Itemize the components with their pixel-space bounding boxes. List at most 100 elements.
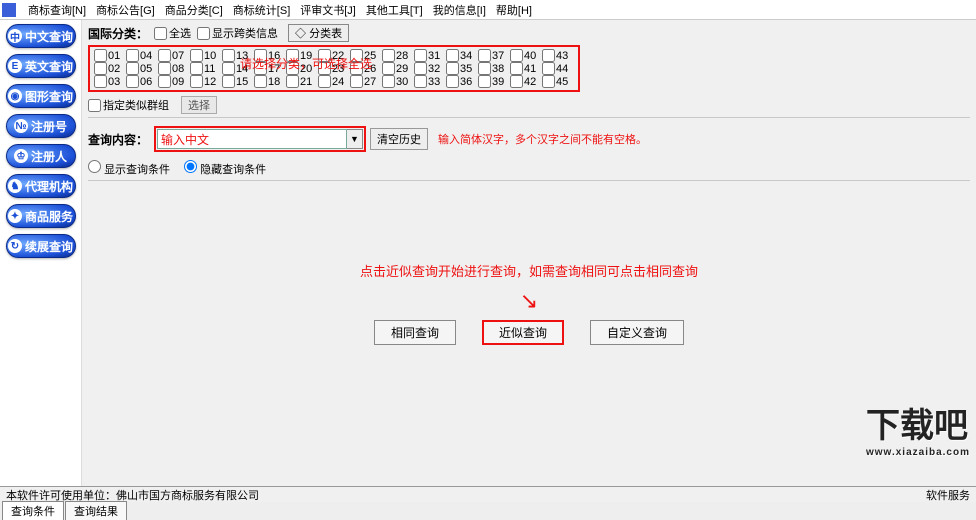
query-input[interactable] (157, 129, 347, 149)
class-cell-06[interactable]: 06 (126, 75, 158, 88)
hide-cond-radio[interactable] (184, 160, 197, 173)
class-cell-07[interactable]: 07 (158, 49, 190, 62)
class-checkbox[interactable] (286, 62, 299, 75)
class-cell-21[interactable]: 21 (286, 75, 318, 88)
class-checkbox[interactable] (350, 75, 363, 88)
class-cell-31[interactable]: 31 (414, 49, 446, 62)
class-checkbox[interactable] (286, 49, 299, 62)
hide-cond-radio-label[interactable]: 隐藏查询条件 (184, 160, 266, 177)
class-cell-14[interactable]: 14 (222, 62, 254, 75)
class-checkbox[interactable] (254, 49, 267, 62)
menu-item[interactable]: 商标查询[N] (28, 2, 86, 18)
class-checkbox[interactable] (318, 49, 331, 62)
class-checkbox[interactable] (222, 62, 235, 75)
class-checkbox[interactable] (382, 75, 395, 88)
class-cell-40[interactable]: 40 (510, 49, 542, 62)
class-checkbox[interactable] (510, 49, 523, 62)
class-cell-01[interactable]: 01 (94, 49, 126, 62)
class-checkbox[interactable] (446, 75, 459, 88)
class-checkbox[interactable] (350, 62, 363, 75)
class-checkbox[interactable] (318, 75, 331, 88)
sidebar-btn-renewal[interactable]: ↻续展查询 (6, 234, 76, 258)
class-cell-34[interactable]: 34 (446, 49, 478, 62)
class-checkbox[interactable] (94, 49, 107, 62)
menu-item[interactable]: 其他工具[T] (366, 2, 423, 18)
class-checkbox[interactable] (414, 49, 427, 62)
custom-query-button[interactable]: 自定义查询 (590, 320, 684, 345)
class-checkbox[interactable] (254, 62, 267, 75)
dropdown-arrow-icon[interactable]: ▼ (347, 129, 363, 149)
class-cell-17[interactable]: 17 (254, 62, 286, 75)
menu-item[interactable]: 商标统计[S] (233, 2, 290, 18)
sidebar-btn-english[interactable]: E英文查询 (6, 54, 76, 78)
class-checkbox[interactable] (542, 62, 555, 75)
class-cell-41[interactable]: 41 (510, 62, 542, 75)
class-checkbox[interactable] (382, 62, 395, 75)
select-all-checkbox[interactable] (154, 27, 167, 40)
sidebar-btn-agent[interactable]: ♞代理机构 (6, 174, 76, 198)
class-checkbox[interactable] (414, 62, 427, 75)
class-cell-02[interactable]: 02 (94, 62, 126, 75)
class-checkbox[interactable] (414, 75, 427, 88)
class-cell-43[interactable]: 43 (542, 49, 574, 62)
class-cell-10[interactable]: 10 (190, 49, 222, 62)
same-query-button[interactable]: 相同查询 (374, 320, 456, 345)
class-cell-12[interactable]: 12 (190, 75, 222, 88)
sidebar-btn-registrant[interactable]: ♔注册人 (6, 144, 76, 168)
class-checkbox[interactable] (190, 62, 203, 75)
class-cell-15[interactable]: 15 (222, 75, 254, 88)
class-cell-22[interactable]: 22 (318, 49, 350, 62)
class-cell-36[interactable]: 36 (446, 75, 478, 88)
class-checkbox[interactable] (446, 49, 459, 62)
class-cell-44[interactable]: 44 (542, 62, 574, 75)
class-cell-19[interactable]: 19 (286, 49, 318, 62)
class-cell-20[interactable]: 20 (286, 62, 318, 75)
class-checkbox[interactable] (222, 49, 235, 62)
show-cond-radio-label[interactable]: 显示查询条件 (88, 160, 170, 177)
class-checkbox[interactable] (446, 62, 459, 75)
tab-conditions[interactable]: 查询条件 (2, 501, 64, 520)
class-cell-45[interactable]: 45 (542, 75, 574, 88)
sidebar-btn-chinese[interactable]: 中中文查询 (6, 24, 76, 48)
class-cell-38[interactable]: 38 (478, 62, 510, 75)
class-checkbox[interactable] (542, 49, 555, 62)
class-cell-04[interactable]: 04 (126, 49, 158, 62)
menu-item[interactable]: 帮助[H] (496, 2, 532, 18)
class-cell-23[interactable]: 23 (318, 62, 350, 75)
group-checkbox[interactable] (88, 99, 101, 112)
class-cell-13[interactable]: 13 (222, 49, 254, 62)
class-checkbox[interactable] (126, 75, 139, 88)
class-cell-42[interactable]: 42 (510, 75, 542, 88)
class-cell-35[interactable]: 35 (446, 62, 478, 75)
class-cell-27[interactable]: 27 (350, 75, 382, 88)
class-cell-09[interactable]: 09 (158, 75, 190, 88)
similar-query-button[interactable]: 近似查询 (482, 320, 564, 345)
class-cell-37[interactable]: 37 (478, 49, 510, 62)
class-cell-30[interactable]: 30 (382, 75, 414, 88)
class-checkbox[interactable] (510, 75, 523, 88)
class-cell-29[interactable]: 29 (382, 62, 414, 75)
class-checkbox[interactable] (286, 75, 299, 88)
sidebar-btn-image[interactable]: ◉图形查询 (6, 84, 76, 108)
class-checkbox[interactable] (190, 75, 203, 88)
cross-class-checkbox[interactable] (197, 27, 210, 40)
class-checkbox[interactable] (126, 62, 139, 75)
class-checkbox[interactable] (510, 62, 523, 75)
sidebar-btn-goods[interactable]: ✦商品服务 (6, 204, 76, 228)
class-checkbox[interactable] (158, 75, 171, 88)
class-checkbox[interactable] (94, 75, 107, 88)
menu-item[interactable]: 商标公告[G] (96, 2, 155, 18)
class-cell-28[interactable]: 28 (382, 49, 414, 62)
class-checkbox[interactable] (94, 62, 107, 75)
menu-item[interactable]: 评审文书[J] (300, 2, 356, 18)
class-checkbox[interactable] (382, 49, 395, 62)
class-checkbox[interactable] (478, 62, 491, 75)
class-cell-26[interactable]: 26 (350, 62, 382, 75)
class-cell-39[interactable]: 39 (478, 75, 510, 88)
show-cond-radio[interactable] (88, 160, 101, 173)
class-cell-08[interactable]: 08 (158, 62, 190, 75)
class-checkbox[interactable] (126, 49, 139, 62)
class-cell-33[interactable]: 33 (414, 75, 446, 88)
class-checkbox[interactable] (254, 75, 267, 88)
class-cell-16[interactable]: 16 (254, 49, 286, 62)
